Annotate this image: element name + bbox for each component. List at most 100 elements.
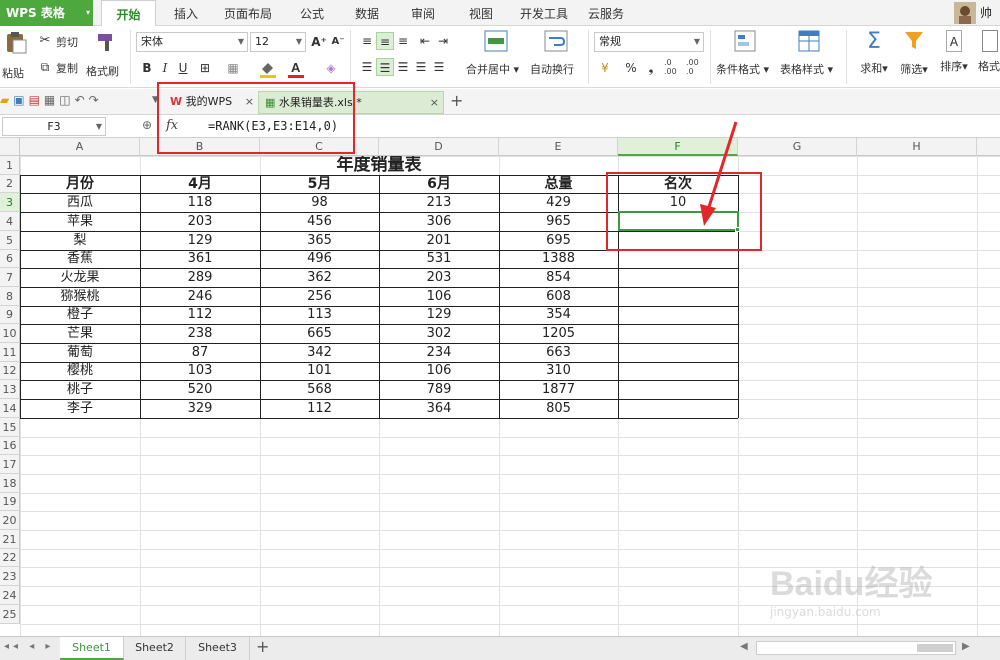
filter-button[interactable]: 筛选▾: [896, 30, 932, 82]
format-painter-button[interactable]: 格式刷: [86, 32, 124, 82]
table-cell[interactable]: 695: [499, 231, 618, 250]
row-header-13[interactable]: 13: [0, 380, 20, 399]
row-header-10[interactable]: 10: [0, 324, 20, 343]
table-cell[interactable]: 201: [379, 231, 499, 250]
table-cell[interactable]: 289: [140, 268, 260, 287]
row-header-8[interactable]: 8: [0, 287, 20, 306]
italic-icon[interactable]: I: [156, 59, 174, 77]
table-cell[interactable]: 103: [140, 362, 260, 380]
decrease-font-icon[interactable]: A⁻: [329, 33, 347, 51]
undo-icon[interactable]: ↶: [75, 93, 89, 107]
header-cell[interactable]: 5月: [260, 175, 379, 193]
bold-icon[interactable]: B: [138, 59, 156, 77]
justify-icon[interactable]: ☰: [412, 58, 430, 76]
row-header-11[interactable]: 11: [0, 343, 20, 362]
table-cell[interactable]: 橙子: [20, 306, 140, 324]
merge-center-button[interactable]: 合并居中 ▾: [466, 30, 526, 82]
horizontal-scrollbar[interactable]: [756, 641, 956, 655]
row-header-24[interactable]: 24: [0, 586, 20, 605]
table-cell[interactable]: 129: [379, 306, 499, 324]
table-cell[interactable]: 98: [260, 193, 379, 212]
table-cell[interactable]: 789: [379, 380, 499, 399]
header-cell[interactable]: 月份: [20, 175, 140, 193]
font-name-select[interactable]: 宋体 ▼: [136, 32, 248, 52]
sheet-tab-2[interactable]: Sheet2: [124, 637, 186, 660]
scroll-left-icon[interactable]: ◀: [740, 641, 748, 652]
row-header-12[interactable]: 12: [0, 362, 20, 380]
close-icon[interactable]: ×: [430, 92, 439, 114]
table-cell[interactable]: 香蕉: [20, 250, 140, 268]
table-cell[interactable]: 桃子: [20, 380, 140, 399]
table-cell[interactable]: 129: [140, 231, 260, 250]
align-center-icon[interactable]: ☰: [376, 58, 394, 76]
table-cell[interactable]: 429: [499, 193, 618, 212]
column-header-e[interactable]: E: [499, 138, 618, 156]
table-cell[interactable]: 306: [379, 212, 499, 231]
table-cell[interactable]: 805: [499, 399, 618, 418]
table-cell[interactable]: [618, 380, 738, 399]
paste-button[interactable]: 粘贴: [2, 30, 30, 84]
number-format-select[interactable]: 常规 ▼: [594, 32, 704, 52]
font-color-icon[interactable]: A: [286, 59, 306, 79]
tab-home[interactable]: 开始: [101, 0, 156, 27]
save-icon[interactable]: ▣: [13, 93, 28, 107]
new-tab-button[interactable]: +: [450, 91, 463, 110]
row-header-17[interactable]: 17: [0, 455, 20, 474]
table-cell[interactable]: 256: [260, 287, 379, 306]
table-cell[interactable]: [618, 362, 738, 380]
table-cell[interactable]: 葡萄: [20, 343, 140, 362]
table-cell[interactable]: [618, 268, 738, 287]
user-area[interactable]: 帅: [950, 0, 1000, 26]
export-pdf-icon[interactable]: ▤: [29, 93, 44, 107]
row-header-22[interactable]: 22: [0, 549, 20, 567]
row-header-23[interactable]: 23: [0, 567, 20, 586]
table-cell[interactable]: [618, 399, 738, 418]
table-cell[interactable]: 樱桃: [20, 362, 140, 380]
table-cell[interactable]: 203: [140, 212, 260, 231]
table-cell[interactable]: 1205: [499, 324, 618, 343]
row-header-18[interactable]: 18: [0, 474, 20, 493]
table-cell[interactable]: [618, 250, 738, 268]
table-cell[interactable]: 113: [260, 306, 379, 324]
percent-button[interactable]: %: [622, 59, 640, 77]
scissors-icon[interactable]: ✂: [36, 32, 54, 50]
add-sheet-button[interactable]: +: [256, 637, 269, 656]
tab-cloud[interactable]: 云服务: [583, 0, 629, 26]
table-cell[interactable]: 364: [379, 399, 499, 418]
increase-decimal-button[interactable]: .0 .00: [664, 58, 682, 76]
row-header-15[interactable]: 15: [0, 418, 20, 437]
currency-icon[interactable]: ¥: [596, 59, 614, 77]
column-header-g[interactable]: G: [738, 138, 857, 156]
table-cell[interactable]: 568: [260, 380, 379, 399]
table-cell[interactable]: 342: [260, 343, 379, 362]
format-button[interactable]: 格式: [978, 30, 1000, 82]
open-folder-icon[interactable]: ▰: [0, 93, 13, 107]
sheet-tab-3[interactable]: Sheet3: [186, 637, 250, 660]
tab-formulas[interactable]: 公式: [290, 0, 334, 26]
row-header-7[interactable]: 7: [0, 268, 20, 287]
table-cell[interactable]: 87: [140, 343, 260, 362]
row-header-14[interactable]: 14: [0, 399, 20, 418]
table-style-button[interactable]: 表格样式 ▾: [780, 30, 840, 82]
row-header-2[interactable]: 2: [0, 175, 20, 193]
row-header-4[interactable]: 4: [0, 212, 20, 231]
table-cell[interactable]: 李子: [20, 399, 140, 418]
table-cell[interactable]: 354: [499, 306, 618, 324]
scroll-right-icon[interactable]: ▶: [962, 641, 970, 652]
header-cell[interactable]: 6月: [379, 175, 499, 193]
table-cell[interactable]: [618, 306, 738, 324]
table-cell[interactable]: 203: [379, 268, 499, 287]
table-cell[interactable]: 365: [260, 231, 379, 250]
table-cell[interactable]: 106: [379, 362, 499, 380]
table-cell[interactable]: 520: [140, 380, 260, 399]
tab-insert[interactable]: 插入: [164, 0, 208, 26]
decrease-decimal-button[interactable]: .00 .0: [686, 58, 704, 76]
column-header-h[interactable]: H: [857, 138, 977, 156]
table-cell[interactable]: 苹果: [20, 212, 140, 231]
table-cell[interactable]: 112: [140, 306, 260, 324]
increase-font-icon[interactable]: A⁺: [310, 33, 328, 51]
table-cell[interactable]: 213: [379, 193, 499, 212]
copy-button[interactable]: 复制: [56, 60, 78, 76]
scrollbar-thumb[interactable]: [917, 644, 953, 652]
row-header-3[interactable]: 3: [0, 193, 20, 212]
